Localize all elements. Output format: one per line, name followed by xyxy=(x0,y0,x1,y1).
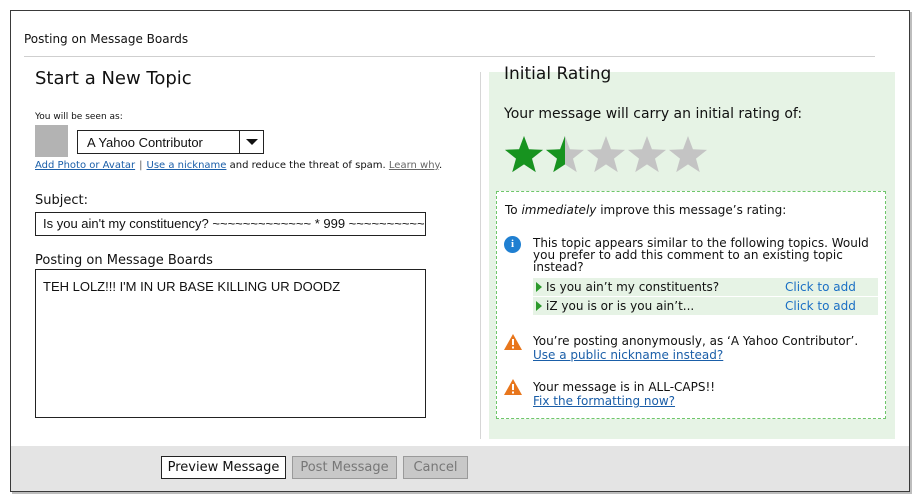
similar-topic-label: Is you ain’t my constituents? xyxy=(546,280,720,294)
identity-select[interactable]: A Yahoo Contributor xyxy=(77,130,264,154)
star-icon xyxy=(627,136,667,173)
arrow-right-icon xyxy=(536,282,542,292)
cancel-button[interactable]: Cancel xyxy=(403,456,468,479)
improve-title-suffix: improve this message’s rating: xyxy=(596,203,787,217)
anonymous-warning-text: You’re posting anonymously, as ‘A Yahoo … xyxy=(533,334,859,348)
info-icon: i xyxy=(504,236,521,253)
improve-title-prefix: To xyxy=(505,203,522,217)
rating-subtitle: Your message will carry an initial ratin… xyxy=(504,106,803,122)
caps-warning-text: Your message is in ALL-CAPS!! xyxy=(533,380,716,394)
fix-formatting-link[interactable]: Fix the formatting now? xyxy=(533,394,675,408)
similar-topics-text: This topic appears similar to the follow… xyxy=(533,236,869,274)
improve-title: To immediately improve this message’s ra… xyxy=(505,203,786,217)
subject-input[interactable]: Is you ain't my constituency? ~~~~~~~~~~… xyxy=(35,212,426,236)
improve-box: To immediately improve this message’s ra… xyxy=(496,191,886,419)
caps-warning: Your message is in ALL-CAPS!! Fix the fo… xyxy=(533,380,878,408)
similar-topic-row[interactable]: iZ you is or is you ain’t... Click to ad… xyxy=(533,297,878,315)
improve-title-emphasis: immediately xyxy=(521,203,597,217)
use-public-nickname-link[interactable]: Use a public nickname instead? xyxy=(533,348,723,362)
page-title: Posting on Message Boards xyxy=(24,32,189,46)
identity-select-value: A Yahoo Contributor xyxy=(87,135,203,150)
click-to-add-link[interactable]: Click to add xyxy=(785,280,856,294)
message-body-textarea[interactable]: TEH LOLZ!!! I'M IN UR BASE KILLING UR DO… xyxy=(35,269,426,418)
warning-icon xyxy=(504,334,522,350)
add-photo-link[interactable]: Add Photo or Avatar xyxy=(35,160,135,171)
click-to-add-link[interactable]: Click to add xyxy=(785,299,856,313)
column-divider xyxy=(480,72,481,439)
avatar[interactable] xyxy=(35,125,68,157)
nickname-suffix: and reduce the threat of spam. xyxy=(229,160,386,171)
learn-why-link[interactable]: Learn why xyxy=(389,160,439,171)
similar-topic-label: iZ you is or is you ain’t... xyxy=(546,299,695,313)
identity-links: Add Photo or Avatar | Use a nickname and r… xyxy=(35,160,443,171)
star-icon xyxy=(504,136,544,173)
anonymous-warning: You’re posting anonymously, as ‘A Yahoo … xyxy=(533,334,878,362)
divider xyxy=(24,56,875,57)
post-message-button[interactable]: Post Message xyxy=(292,456,397,479)
preview-message-button[interactable]: Preview Message xyxy=(161,456,286,479)
star-icon xyxy=(668,136,708,173)
similar-topic-row[interactable]: Is you ain’t my constituents? Click to a… xyxy=(533,278,878,296)
footer-bar: Preview Message Post Message Cancel xyxy=(11,446,909,491)
link-separator: | xyxy=(139,160,143,171)
rating-heading: Initial Rating xyxy=(504,64,612,84)
form-heading: Start a New Topic xyxy=(35,68,192,89)
seen-as-label: You will be seen as: xyxy=(35,112,123,122)
star-icon xyxy=(586,136,626,173)
rating-panel: Initial Rating Your message will carry a… xyxy=(489,64,895,439)
star-icon xyxy=(545,136,585,173)
body-label: Posting on Message Boards xyxy=(35,253,213,268)
chevron-down-icon[interactable] xyxy=(239,131,263,153)
use-nickname-link[interactable]: Use a nickname xyxy=(147,160,227,171)
arrow-right-icon xyxy=(536,301,542,311)
warning-icon xyxy=(504,379,522,395)
subject-label: Subject: xyxy=(35,193,88,208)
